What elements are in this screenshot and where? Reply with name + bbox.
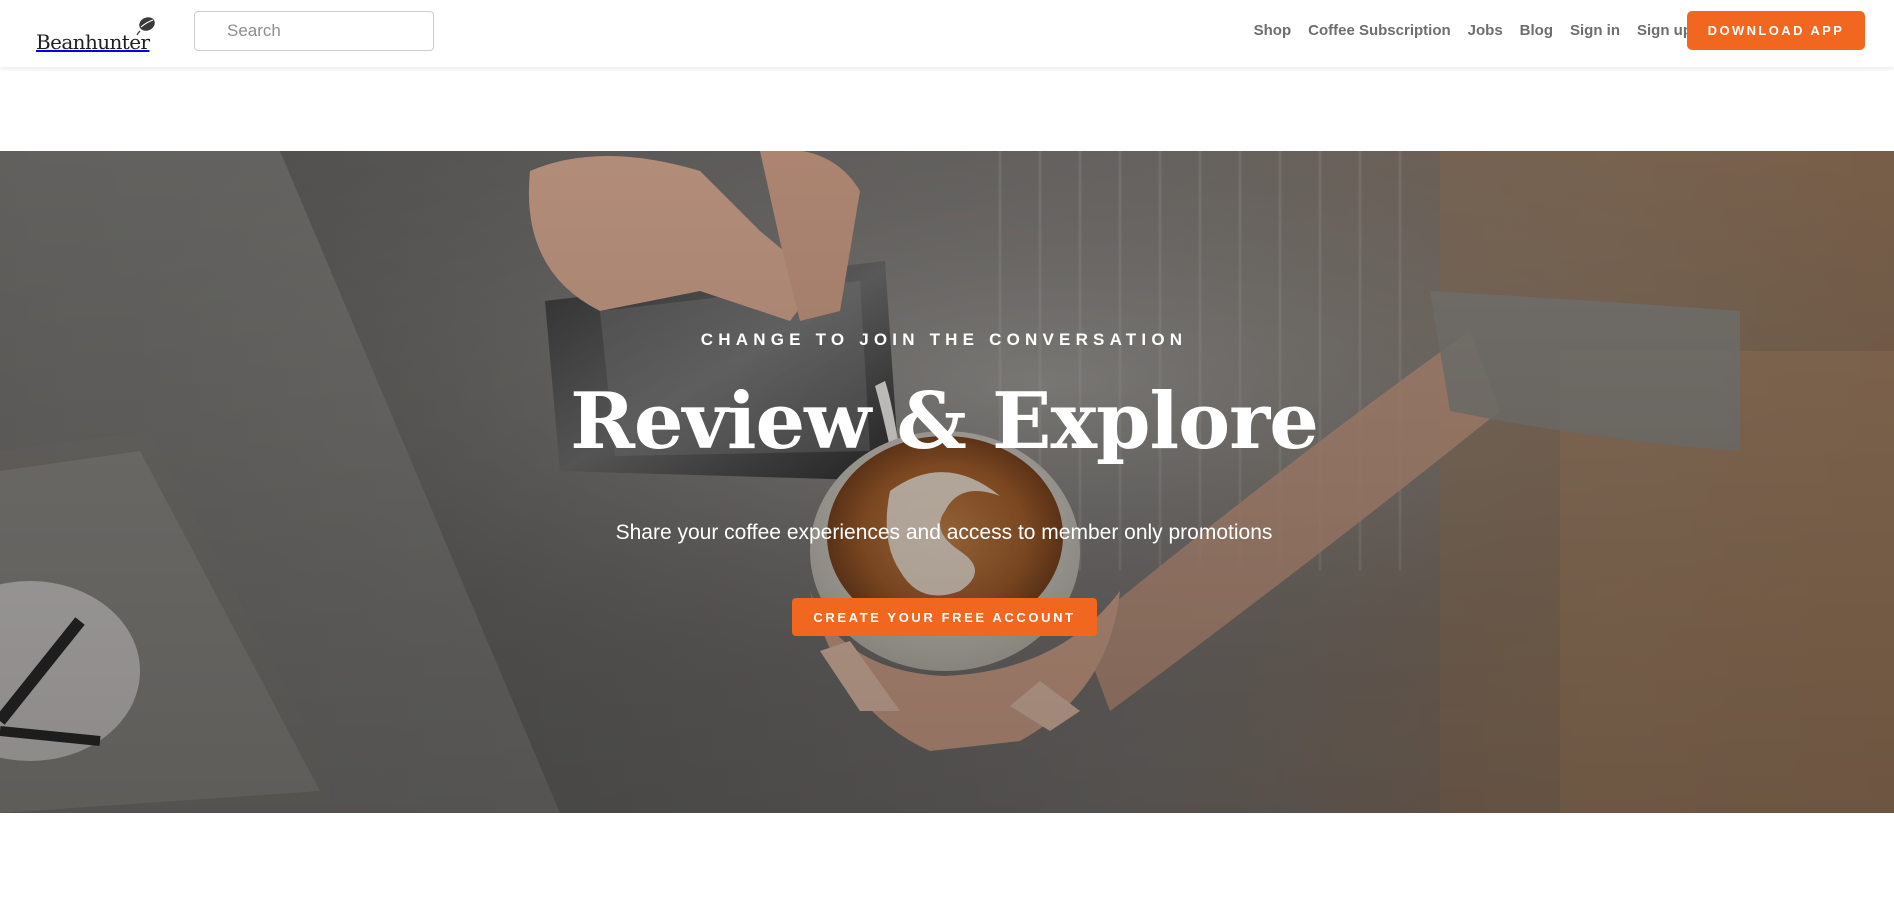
nav-link-blog[interactable]: Blog xyxy=(1520,22,1553,39)
hero-eyebrow: CHANGE TO JOIN THE CONVERSATION xyxy=(700,330,1188,349)
nav-link-coffee-subscription[interactable]: Coffee Subscription xyxy=(1308,22,1451,39)
main-nav: Shop Coffee Subscription Jobs Blog Sign … xyxy=(1254,0,1692,60)
hero-headline: Review & Explore xyxy=(570,376,1319,467)
hero-section: CHANGE TO JOIN THE CONVERSATION Review &… xyxy=(0,151,1894,813)
hero-content: CHANGE TO JOIN THE CONVERSATION Review &… xyxy=(0,151,1894,813)
site-header: Beanhunter Shop Coffee Subscription Jobs… xyxy=(0,0,1894,67)
download-app-button[interactable]: DOWNLOAD APP xyxy=(1687,11,1865,50)
beanhunter-logo[interactable]: Beanhunter xyxy=(36,17,155,54)
search-box xyxy=(194,11,434,51)
coffee-bean-icon xyxy=(136,17,155,36)
search-input[interactable] xyxy=(195,12,433,50)
create-account-button[interactable]: CREATE YOUR FREE ACCOUNT xyxy=(792,598,1097,636)
nav-link-sign-up[interactable]: Sign up xyxy=(1637,22,1692,39)
nav-link-jobs[interactable]: Jobs xyxy=(1468,22,1503,39)
nav-link-shop[interactable]: Shop xyxy=(1254,22,1292,39)
hero-subline: Share your coffee experiences and access… xyxy=(615,521,1273,544)
logo-text: Beanhunter xyxy=(36,30,150,54)
nav-link-sign-in[interactable]: Sign in xyxy=(1570,22,1620,39)
